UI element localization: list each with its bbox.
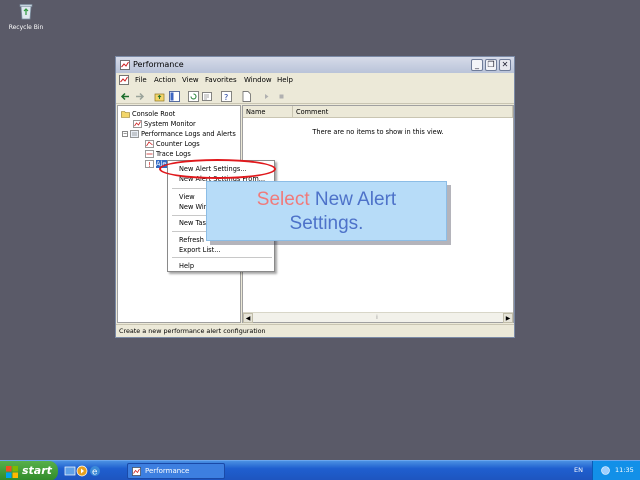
export-list-icon[interactable] — [202, 91, 213, 102]
toolbar: ? — [116, 88, 514, 104]
column-header-name[interactable]: Name — [243, 106, 293, 118]
trace-logs-icon — [145, 150, 154, 158]
windows-flag-icon — [6, 465, 18, 478]
tree-trace-logs[interactable]: Trace Logs — [145, 150, 191, 158]
language-indicator[interactable]: EN — [574, 466, 583, 474]
up-folder-icon[interactable] — [154, 91, 165, 102]
callout-target-line1: New Alert — [314, 189, 397, 210]
menu-favorites[interactable]: Favorites — [205, 76, 237, 84]
performance-task-icon — [132, 467, 141, 476]
tree-performance-logs[interactable]: − Performance Logs and Alerts — [122, 130, 236, 138]
chart-icon — [133, 120, 142, 128]
taskbar: start e Performance EN 11:35 — [0, 460, 640, 480]
restore-icon: ❐ — [487, 60, 495, 69]
start-button[interactable]: start — [0, 461, 58, 480]
alert-icon: ! — [145, 160, 154, 169]
minimize-icon: _ — [475, 60, 479, 69]
recycle-bin-icon — [17, 2, 35, 20]
scroll-right-icon[interactable]: ▶ — [503, 313, 513, 323]
new-icon[interactable] — [241, 91, 252, 102]
highlight-ring — [159, 159, 276, 179]
show-hide-tree-icon[interactable] — [169, 91, 180, 102]
collapse-icon[interactable]: − — [122, 131, 128, 137]
menu-window[interactable]: Window — [244, 76, 272, 84]
show-desktop-icon[interactable] — [64, 465, 76, 477]
menu-bar: File Action View Favorites Window Help — [116, 74, 514, 87]
media-player-icon[interactable] — [76, 465, 88, 477]
internet-explorer-icon[interactable]: e — [89, 465, 101, 478]
svg-text:?: ? — [224, 93, 228, 102]
status-bar: Create a new performance alert configura… — [116, 324, 514, 337]
callout-verb: Select — [256, 189, 310, 210]
menu-view-item[interactable]: View — [179, 193, 195, 201]
clock[interactable]: 11:35 — [615, 466, 634, 474]
document-icon[interactable] — [119, 75, 130, 86]
back-icon[interactable] — [120, 91, 131, 102]
stop-icon[interactable] — [276, 91, 287, 102]
menu-view[interactable]: View — [182, 76, 199, 84]
taskbar-performance-button[interactable]: Performance — [127, 463, 225, 479]
refresh-icon[interactable] — [188, 91, 199, 102]
menu-help-item[interactable]: Help — [179, 262, 194, 270]
recycle-bin-label: Recycle Bin — [8, 24, 44, 31]
svg-text:!: ! — [148, 161, 151, 168]
menu-export-list[interactable]: Export List... — [179, 246, 221, 254]
tree-system-monitor[interactable]: System Monitor — [133, 120, 196, 128]
performance-app-icon — [120, 60, 130, 70]
forward-icon[interactable] — [134, 91, 145, 102]
logs-icon — [130, 130, 139, 138]
horizontal-scrollbar[interactable]: ◀ ⁞ ▶ — [243, 312, 513, 323]
window-title: Performance — [133, 60, 184, 69]
folder-icon — [121, 110, 130, 118]
menu-refresh[interactable]: Refresh — [179, 236, 204, 244]
taskbar-performance-label: Performance — [145, 467, 190, 475]
start-icon[interactable] — [261, 91, 272, 102]
close-icon: ✕ — [501, 60, 509, 69]
network-icon[interactable] — [601, 466, 610, 475]
counter-logs-icon — [145, 140, 154, 148]
svg-text:e: e — [92, 468, 97, 478]
close-button[interactable]: ✕ — [499, 59, 511, 71]
tree-console-root[interactable]: Console Root — [121, 110, 175, 118]
menu-help[interactable]: Help — [277, 76, 293, 84]
empty-list-message: There are no items to show in this view. — [312, 128, 444, 136]
start-label: start — [22, 464, 52, 477]
menu-separator — [172, 257, 272, 258]
callout-target-line2: Settings. — [289, 213, 364, 234]
tree-counter-logs[interactable]: Counter Logs — [145, 140, 200, 148]
column-header-comment[interactable]: Comment — [293, 106, 513, 118]
scroll-left-icon[interactable]: ◀ — [243, 313, 253, 323]
menu-action[interactable]: Action — [154, 76, 176, 84]
title-bar[interactable]: Performance _ ❐ ✕ — [116, 57, 514, 73]
menu-file[interactable]: File — [135, 76, 147, 84]
maximize-button[interactable]: ❐ — [485, 59, 497, 71]
scroll-thumb[interactable]: ⁞ — [255, 313, 499, 323]
minimize-button[interactable]: _ — [471, 59, 483, 71]
help-icon[interactable]: ? — [221, 91, 232, 102]
instruction-callout: Select New Alert Settings. — [206, 181, 447, 241]
recycle-bin[interactable]: Recycle Bin — [6, 2, 46, 31]
